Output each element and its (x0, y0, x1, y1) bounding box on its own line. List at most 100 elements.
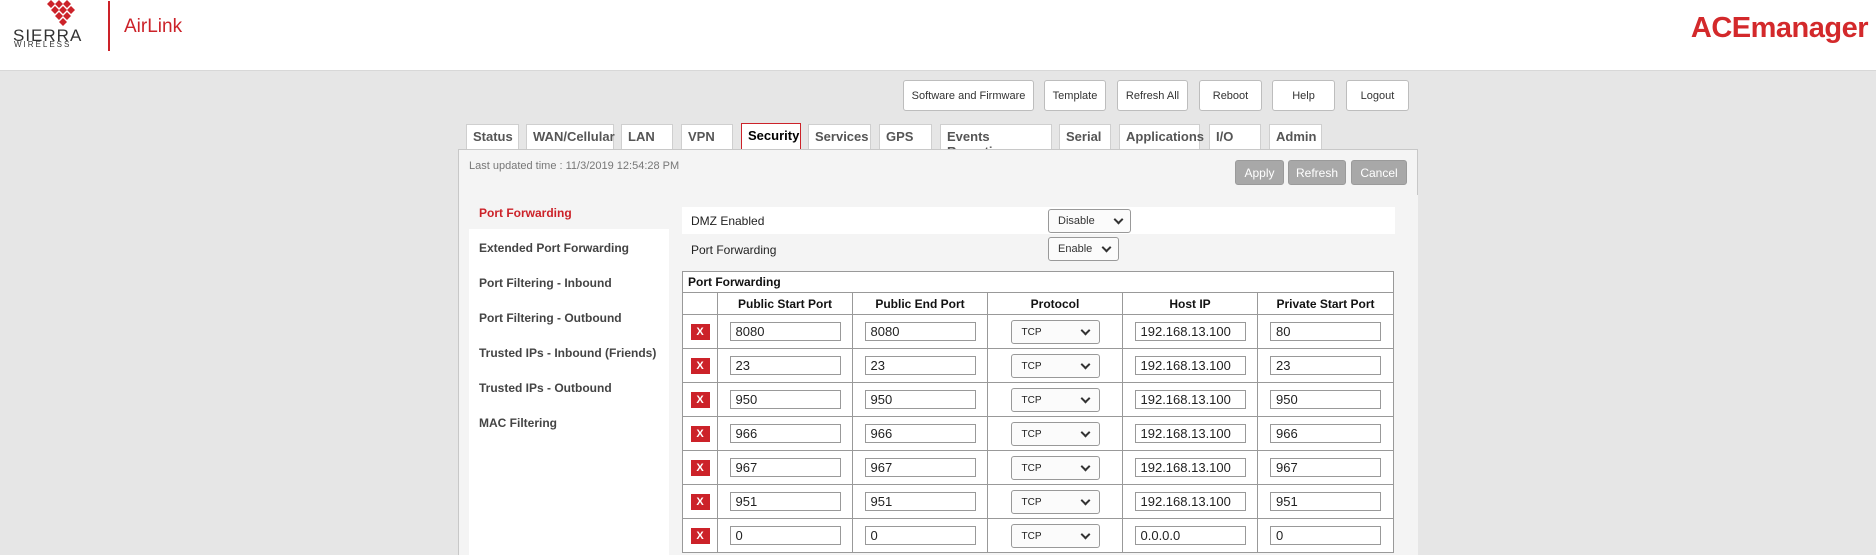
tab-applications[interactable]: Applications (1119, 124, 1204, 150)
header-host-ip: Host IP (1122, 292, 1258, 315)
software-firmware-button[interactable]: Software and Firmware (903, 80, 1034, 111)
sidebar-item-trusted-ips-inbound[interactable]: Trusted IPs - Inbound (Friends) (479, 346, 656, 360)
public-start-port-input[interactable] (729, 526, 841, 545)
public-start-port-input[interactable] (729, 390, 841, 409)
host-ip-input[interactable] (1134, 526, 1246, 545)
delete-row-button[interactable]: X (690, 357, 710, 374)
public-start-port-input[interactable] (729, 492, 841, 511)
delete-row-button[interactable]: X (690, 527, 710, 544)
host-ip-input[interactable] (1134, 458, 1246, 477)
tab-serial[interactable]: Serial (1059, 124, 1111, 150)
public-end-port-input[interactable] (864, 424, 976, 443)
public-end-cell (852, 484, 988, 519)
tab-lan[interactable]: LAN (621, 124, 673, 150)
protocol-select[interactable]: TCP (1010, 319, 1100, 344)
tab-security[interactable]: Security (741, 123, 801, 151)
reboot-button[interactable]: Reboot (1199, 80, 1262, 111)
sidebar-item-mac-filtering[interactable]: MAC Filtering (479, 416, 557, 430)
public-start-cell (717, 416, 853, 451)
public-end-port-input[interactable] (864, 458, 976, 477)
private-start-port-input[interactable] (1270, 458, 1381, 477)
sierra-chevron-icon (47, 0, 75, 26)
tab-io[interactable]: I/O (1209, 124, 1261, 150)
private-start-port-input[interactable] (1270, 322, 1381, 341)
port-forwarding-select[interactable]: Enable (1048, 237, 1119, 261)
cancel-button[interactable]: Cancel (1351, 160, 1407, 185)
header-delete (682, 292, 718, 315)
tab-wan-cellular[interactable]: WAN/Cellular (526, 124, 615, 150)
tab-vpn[interactable]: VPN (681, 124, 733, 150)
table-row: X TCP (682, 484, 1394, 519)
sidebar-item-port-filtering-outbound[interactable]: Port Filtering - Outbound (479, 311, 622, 325)
host-ip-input[interactable] (1134, 390, 1246, 409)
public-start-cell (717, 314, 853, 349)
refresh-button[interactable]: Refresh (1288, 160, 1346, 185)
protocol-cell: TCP (987, 518, 1123, 553)
public-end-cell (852, 314, 988, 349)
protocol-select[interactable]: TCP (1010, 353, 1100, 378)
sidebar-item-port-filtering-inbound[interactable]: Port Filtering - Inbound (479, 276, 612, 290)
public-start-port-input[interactable] (729, 424, 841, 443)
public-start-port-input[interactable] (729, 458, 841, 477)
private-start-port-input[interactable] (1270, 526, 1381, 545)
public-end-port-input[interactable] (864, 390, 976, 409)
public-end-port-input[interactable] (864, 322, 976, 341)
sidebar-item-extended-port-forwarding[interactable]: Extended Port Forwarding (479, 241, 629, 255)
private-start-cell (1257, 484, 1394, 519)
host-ip-input[interactable] (1134, 492, 1246, 511)
public-end-port-input[interactable] (864, 492, 976, 511)
tab-services[interactable]: Services (808, 124, 871, 150)
private-start-cell (1257, 348, 1394, 383)
protocol-cell: TCP (987, 484, 1123, 519)
tab-status[interactable]: Status (466, 124, 519, 150)
public-end-port-input[interactable] (864, 526, 976, 545)
public-start-port-input[interactable] (729, 356, 841, 375)
tab-gps[interactable]: GPS (879, 124, 932, 150)
dmz-label: DMZ Enabled (691, 214, 765, 228)
dmz-select[interactable]: Disable (1048, 209, 1131, 233)
host-ip-cell (1122, 382, 1258, 417)
private-start-port-input[interactable] (1270, 390, 1381, 409)
chevron-down-icon (1080, 325, 1090, 335)
help-button[interactable]: Help (1272, 80, 1335, 111)
header-public-end-port: Public End Port (852, 292, 988, 315)
sidebar-item-trusted-ips-outbound[interactable]: Trusted IPs - Outbound (479, 381, 612, 395)
port-forwarding-setting-row: Port Forwarding Enable (682, 236, 1395, 263)
protocol-select[interactable]: TCP (1010, 523, 1100, 548)
protocol-select[interactable]: TCP (1010, 455, 1100, 480)
private-start-port-input[interactable] (1270, 356, 1381, 375)
tab-admin[interactable]: Admin (1269, 124, 1322, 150)
protocol-select[interactable]: TCP (1010, 387, 1100, 412)
table-caption-row: Port Forwarding (682, 271, 1394, 293)
protocol-select-value: TCP (1021, 530, 1042, 542)
tab-events-reporting[interactable]: Events Reporting (940, 124, 1052, 159)
apply-button[interactable]: Apply (1235, 160, 1284, 185)
host-ip-input[interactable] (1134, 356, 1246, 375)
logout-button[interactable]: Logout (1346, 80, 1409, 111)
delete-row-button[interactable]: X (690, 493, 710, 510)
sidebar-item-port-forwarding[interactable]: Port Forwarding (479, 206, 572, 220)
protocol-cell: TCP (987, 314, 1123, 349)
protocol-cell: TCP (987, 450, 1123, 485)
header-protocol: Protocol (987, 292, 1123, 315)
protocol-select[interactable]: TCP (1010, 489, 1100, 514)
private-start-port-input[interactable] (1270, 492, 1381, 511)
delete-cell: X (682, 382, 718, 417)
delete-cell: X (682, 314, 718, 349)
port-forwarding-table: Port Forwarding Public Start Port Public… (682, 271, 1394, 553)
dmz-setting-row: DMZ Enabled Disable (682, 207, 1395, 234)
delete-row-button[interactable]: X (690, 425, 710, 442)
delete-row-button[interactable]: X (690, 391, 710, 408)
host-ip-input[interactable] (1134, 424, 1246, 443)
public-end-port-input[interactable] (864, 356, 976, 375)
chevron-down-icon (1080, 393, 1090, 403)
private-start-port-input[interactable] (1270, 424, 1381, 443)
template-button[interactable]: Template (1044, 80, 1106, 111)
host-ip-input[interactable] (1134, 322, 1246, 341)
refresh-all-button[interactable]: Refresh All (1117, 80, 1188, 111)
public-start-port-input[interactable] (729, 322, 841, 341)
protocol-cell: TCP (987, 382, 1123, 417)
delete-row-button[interactable]: X (690, 459, 710, 476)
protocol-select[interactable]: TCP (1010, 421, 1100, 446)
delete-row-button[interactable]: X (690, 323, 710, 340)
